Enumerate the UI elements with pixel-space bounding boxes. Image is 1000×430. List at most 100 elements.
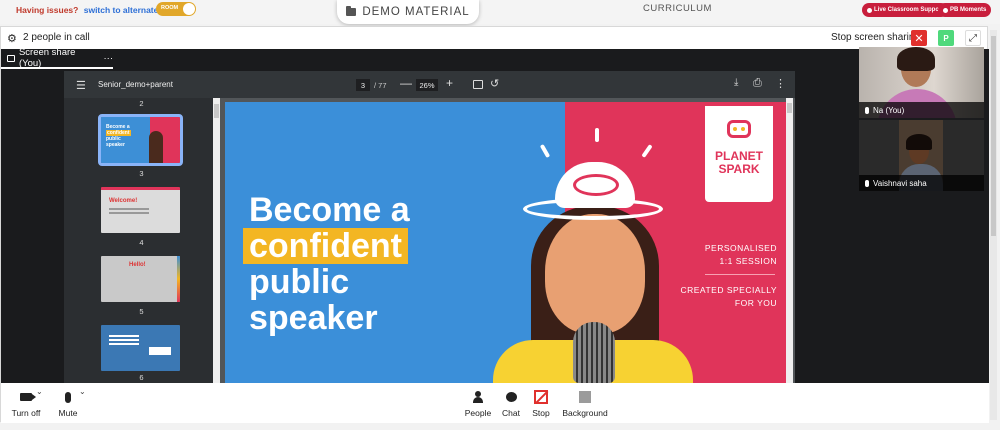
logo-line-2: SPARK — [718, 162, 760, 176]
robot-icon — [727, 120, 751, 138]
participant-hair — [906, 134, 932, 150]
camera-icon — [20, 393, 36, 401]
thumb-girl — [149, 131, 163, 163]
avatar[interactable]: P — [938, 30, 954, 46]
microphone-icon — [865, 179, 869, 187]
close-icon: ✕ — [914, 32, 924, 45]
people-count: 2 people in call — [23, 32, 90, 43]
slide-tagline-1: PERSONALISED 1:1 SESSION — [677, 242, 777, 268]
page-scroll-thumb[interactable] — [787, 103, 792, 113]
stop-button[interactable]: Stop — [529, 389, 553, 418]
chat-icon — [505, 392, 517, 402]
zoom-out-icon[interactable]: — — [400, 76, 412, 90]
screen-share-tab[interactable]: Screen share (You) ··· — [1, 47, 114, 69]
zoom-input[interactable]: 26% — [416, 79, 438, 91]
camera-options-chevron-icon[interactable]: ⌄ — [36, 387, 43, 396]
camera-label: Turn off — [11, 408, 41, 418]
thumbnail-scrollbar[interactable] — [213, 98, 220, 383]
page-number-input[interactable]: 3 — [356, 79, 370, 91]
live-support-button[interactable]: Live Classroom Support — [862, 3, 949, 17]
pb-moments-button[interactable]: PB Moments — [938, 3, 992, 17]
headline-line-3: public — [249, 263, 350, 301]
gear-icon[interactable]: ⚙ — [7, 32, 17, 45]
more-vertical-icon[interactable]: ⋮ — [775, 77, 786, 90]
chat-label: Chat — [502, 408, 520, 418]
mic-options-chevron-icon[interactable]: ⌄ — [79, 387, 86, 396]
share-stage: Screen share (You) ··· ☰ Senior_demo+par… — [1, 47, 989, 383]
thumb-label: 2 — [139, 99, 144, 108]
girl-face — [545, 214, 645, 334]
tagline-2-line-2: FOR YOU — [734, 298, 777, 308]
call-header: ⚙ 2 people in call Stop screen sharing ✕… — [1, 27, 989, 49]
room-toggle[interactable]: ROOM — [156, 2, 196, 16]
participant-tile-remote[interactable]: Vaishnavi saha — [859, 120, 984, 191]
folder-icon — [346, 6, 357, 16]
microphone-graphic — [573, 322, 615, 383]
thumb-label: 3 — [139, 169, 144, 178]
thumb-label: 6 — [139, 373, 144, 382]
pb-moments-label: PB Moments — [950, 7, 987, 13]
participant-tile-self[interactable]: Na (You) — [859, 47, 984, 118]
demo-material-label: DEMO MATERIAL — [362, 6, 470, 18]
thumb-text-lines — [109, 208, 149, 210]
thumb-label: 5 — [139, 307, 144, 316]
fit-page-icon[interactable] — [473, 80, 483, 89]
stop-sharing-label: Stop screen sharing — [831, 32, 920, 43]
tagline-1-line-1: PERSONALISED — [704, 243, 777, 253]
expand-icon[interactable]: ⤢ — [965, 30, 981, 46]
background-icon — [579, 391, 591, 403]
chat-button[interactable]: Chat — [499, 389, 523, 418]
pdf-toolbar: ☰ Senior_demo+parent 3 / 77 — 26% + ↺ ⤓ … — [64, 71, 795, 98]
mute-button[interactable]: Mute — [55, 389, 81, 418]
background-button[interactable]: Background — [561, 389, 609, 418]
live-support-label: Live Classroom Support — [874, 7, 944, 13]
demo-material-tab[interactable]: DEMO MATERIAL — [337, 0, 479, 24]
page-total: / 77 — [374, 81, 387, 90]
microphone-icon — [65, 391, 71, 403]
mute-label: Mute — [58, 408, 78, 418]
print-icon[interactable]: ⎙ — [753, 77, 762, 90]
pdf-viewer: ☰ Senior_demo+parent 3 / 77 — 26% + ↺ ⤓ … — [64, 71, 795, 383]
background-label: Background — [562, 408, 608, 418]
control-bar: Turn off ⌄ Mute ⌄ People Chat Stop Backg… — [1, 383, 989, 423]
thumb-line-4: speaker — [106, 142, 125, 148]
thumbnail-page-3[interactable]: Become a confident public speaker — [98, 114, 183, 166]
planet-spark-logo: PLANET SPARK — [705, 106, 773, 202]
thumbnail-page-4[interactable]: Welcome! — [101, 187, 180, 233]
download-icon[interactable]: ⤓ — [734, 77, 738, 88]
stop-sharing-button[interactable]: ✕ — [911, 30, 927, 46]
thumb-color-bar — [177, 256, 180, 302]
more-options-icon[interactable]: ··· — [104, 53, 114, 64]
thumbnail-scroll-thumb[interactable] — [214, 104, 219, 118]
menu-icon[interactable]: ☰ — [76, 79, 86, 92]
slide-headline: Become a confident public speaker — [243, 192, 410, 337]
page-scrollbar[interactable] — [786, 98, 793, 383]
participant-name: Na (You) — [873, 105, 905, 115]
screen-share-label: Screen share (You) — [18, 47, 76, 69]
thumbnail-sidebar: 2 Become a confident public speaker 3 We… — [64, 98, 220, 383]
thumb-welcome: Welcome! — [109, 198, 138, 204]
people-icon — [473, 391, 483, 403]
stop-share-icon — [534, 390, 548, 404]
window-scroll-thumb[interactable] — [991, 36, 996, 236]
curriculum-tab[interactable]: CURRICULUM — [643, 3, 712, 14]
stop-label: Stop — [532, 408, 550, 418]
slide-tagline-2: CREATED SPECIALLY FOR YOU — [677, 284, 777, 310]
zoom-in-icon[interactable]: + — [446, 76, 453, 90]
rotate-icon[interactable]: ↺ — [490, 77, 499, 90]
toggle-knob — [183, 3, 195, 15]
logo-line-1: PLANET — [715, 149, 763, 163]
thumb-headline: Become a confident public speaker — [106, 124, 131, 148]
participant-hair — [897, 47, 935, 71]
call-window: ⚙ 2 people in call Stop screen sharing ✕… — [0, 26, 989, 423]
tagline-divider — [705, 274, 775, 275]
thumbnail-page-5[interactable]: Hello! — [101, 256, 180, 302]
headline-line-4: speaker — [249, 299, 378, 337]
people-button[interactable]: People — [463, 389, 493, 418]
thumb-hello: Hello! — [129, 262, 146, 268]
spark-graphic — [595, 128, 599, 142]
thumb-text-lines — [109, 335, 139, 337]
thumbnail-page-6[interactable] — [101, 325, 180, 371]
thumb-box — [149, 347, 171, 355]
top-bar: Having issues? switch to alternate room … — [0, 0, 1000, 24]
